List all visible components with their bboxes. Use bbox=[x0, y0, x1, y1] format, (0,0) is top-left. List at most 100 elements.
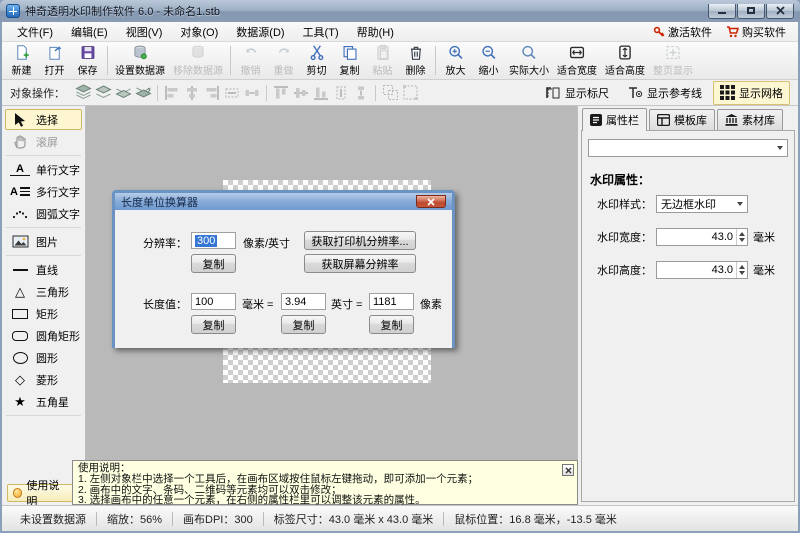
buy-software-link[interactable]: 购买软件 bbox=[726, 24, 786, 40]
ungroup-button[interactable] bbox=[401, 84, 419, 102]
remove-datasource-button[interactable]: 移除数据源 bbox=[169, 43, 227, 78]
paste-button[interactable]: 粘贴 bbox=[366, 43, 399, 78]
close-button[interactable] bbox=[766, 4, 794, 19]
key-icon bbox=[653, 26, 665, 38]
group-button[interactable] bbox=[381, 84, 399, 102]
tool-image[interactable]: 图片 bbox=[5, 231, 82, 252]
get-screen-resolution-button[interactable]: 获取屏幕分辨率 bbox=[304, 254, 416, 273]
menu-help[interactable]: 帮助(H) bbox=[348, 22, 403, 42]
watermark-style-dropdown[interactable]: 无边框水印 bbox=[656, 195, 748, 213]
toolbar-separator bbox=[375, 85, 376, 101]
spinner-arrows-icon[interactable] bbox=[736, 262, 747, 278]
equal-height-button[interactable] bbox=[332, 84, 350, 102]
hand-icon bbox=[10, 135, 30, 149]
inch-input[interactable]: 3.94 bbox=[281, 293, 326, 310]
save-button[interactable]: 保存 bbox=[71, 43, 104, 78]
tool-circle[interactable]: 圆形 bbox=[5, 347, 82, 368]
tab-materials[interactable]: 素材库 bbox=[717, 109, 783, 130]
status-datasource: 未设置数据源 bbox=[10, 511, 96, 527]
vertical-spacing-button[interactable] bbox=[352, 84, 370, 102]
tool-triangle[interactable]: △ 三角形 bbox=[5, 281, 82, 302]
equal-width-button[interactable] bbox=[223, 84, 241, 102]
open-file-icon bbox=[45, 44, 65, 61]
copy-button[interactable]: 复制 bbox=[333, 43, 366, 78]
activate-software-link[interactable]: 激活软件 bbox=[653, 24, 712, 40]
minimize-button[interactable] bbox=[708, 4, 736, 19]
tool-diamond[interactable]: ◇ 菱形 bbox=[5, 369, 82, 390]
menu-view[interactable]: 视图(V) bbox=[117, 22, 172, 42]
dialog-close-button[interactable] bbox=[416, 195, 446, 208]
show-guides-toggle[interactable]: 显示参考线 bbox=[620, 81, 709, 105]
dialog-title-bar[interactable]: 长度单位换算器 bbox=[115, 193, 452, 210]
menu-bar: 文件(F) 编辑(E) 视图(V) 对象(O) 数据源(D) 工具(T) 帮助(… bbox=[2, 22, 798, 42]
tool-star[interactable]: ★ 五角星 bbox=[5, 391, 82, 412]
zoom-in-button[interactable]: 放大 bbox=[439, 43, 472, 78]
copy-resolution-button[interactable]: 复制 bbox=[191, 254, 236, 273]
usage-help-button[interactable]: 使用说明 bbox=[7, 484, 73, 502]
copy-pixel-button[interactable]: 复制 bbox=[369, 315, 414, 334]
align-center-horizontal-button[interactable] bbox=[183, 84, 201, 102]
show-ruler-toggle[interactable]: 显示标尺 bbox=[538, 81, 616, 105]
align-left-button[interactable] bbox=[163, 84, 181, 102]
send-backward-button[interactable] bbox=[114, 84, 132, 102]
tool-pan[interactable]: 滚屏 bbox=[5, 131, 82, 152]
open-button[interactable]: 打开 bbox=[38, 43, 71, 78]
bring-forward-button[interactable] bbox=[94, 84, 112, 102]
tool-rounded-rectangle[interactable]: 圆角矩形 bbox=[5, 325, 82, 346]
menu-edit[interactable]: 编辑(E) bbox=[62, 22, 117, 42]
zoom-out-button[interactable]: 缩小 bbox=[472, 43, 505, 78]
horizontal-spacing-button[interactable] bbox=[243, 84, 261, 102]
rectangle-icon bbox=[10, 309, 30, 319]
fit-width-button[interactable]: 适合宽度 bbox=[553, 43, 601, 78]
cut-button[interactable]: 剪切 bbox=[300, 43, 333, 78]
app-window: { "window": { "title": "神奇透明水印制作软件 6.0 -… bbox=[0, 0, 800, 533]
actual-size-button[interactable]: 实际大小 bbox=[505, 43, 553, 78]
fit-width-icon bbox=[567, 44, 587, 61]
tool-line[interactable]: 直线 bbox=[5, 259, 82, 280]
show-grid-toggle[interactable]: 显示网格 bbox=[713, 81, 790, 105]
undo-button[interactable]: 撤销 bbox=[234, 43, 267, 78]
new-button[interactable]: 新建 bbox=[5, 43, 38, 78]
resolution-input[interactable]: 300 bbox=[191, 232, 236, 249]
watermark-width-stepper[interactable]: 43.0 bbox=[656, 228, 748, 246]
set-datasource-button[interactable]: 设置数据源 bbox=[111, 43, 169, 78]
rounded-rectangle-icon bbox=[10, 331, 30, 341]
tab-templates[interactable]: 模板库 bbox=[649, 109, 715, 130]
pixel-input[interactable]: 1181 bbox=[369, 293, 414, 310]
whole-page-button[interactable]: 整页显示 bbox=[649, 43, 697, 78]
fit-height-button[interactable]: 适合高度 bbox=[601, 43, 649, 78]
close-icon bbox=[776, 6, 785, 15]
redo-button[interactable]: 重做 bbox=[267, 43, 300, 78]
instructions-close-button[interactable] bbox=[562, 464, 574, 476]
get-printer-resolution-button[interactable]: 获取打印机分辨率... bbox=[304, 231, 416, 250]
align-right-button[interactable] bbox=[203, 84, 221, 102]
multi-text-icon: A bbox=[10, 186, 30, 198]
tool-single-line-text[interactable]: A 单行文字 bbox=[5, 159, 82, 180]
undo-icon bbox=[241, 44, 261, 61]
delete-button[interactable]: 删除 bbox=[399, 43, 432, 78]
send-to-back-button[interactable] bbox=[134, 84, 152, 102]
menu-file[interactable]: 文件(F) bbox=[8, 22, 62, 42]
tool-rectangle[interactable]: 矩形 bbox=[5, 303, 82, 324]
spinner-arrows-icon[interactable] bbox=[736, 229, 747, 245]
copy-inch-button[interactable]: 复制 bbox=[281, 315, 326, 334]
element-selector-dropdown[interactable] bbox=[588, 139, 788, 157]
tab-properties[interactable]: 属性栏 bbox=[582, 108, 647, 131]
tool-arc-text[interactable]: 圆弧文字 bbox=[5, 203, 82, 224]
tool-multi-line-text[interactable]: A 多行文字 bbox=[5, 181, 82, 202]
bring-to-front-button[interactable] bbox=[74, 84, 92, 102]
maximize-button[interactable] bbox=[737, 4, 765, 19]
align-top-button[interactable] bbox=[272, 84, 290, 102]
menu-datasource[interactable]: 数据源(D) bbox=[227, 22, 293, 42]
millimeter-input[interactable]: 100 bbox=[191, 293, 236, 310]
status-mouse-position: 鼠标位置：16.8 毫米，-13.5 毫米 bbox=[444, 511, 627, 527]
watermark-height-stepper[interactable]: 43.0 bbox=[656, 261, 748, 279]
tool-select[interactable]: 选择 bbox=[5, 109, 82, 130]
menu-object[interactable]: 对象(O) bbox=[171, 22, 227, 42]
redo-icon bbox=[274, 44, 294, 61]
diamond-icon: ◇ bbox=[10, 373, 30, 386]
align-bottom-button[interactable] bbox=[312, 84, 330, 102]
copy-mm-button[interactable]: 复制 bbox=[191, 315, 236, 334]
align-middle-button[interactable] bbox=[292, 84, 310, 102]
menu-tools[interactable]: 工具(T) bbox=[294, 22, 348, 42]
